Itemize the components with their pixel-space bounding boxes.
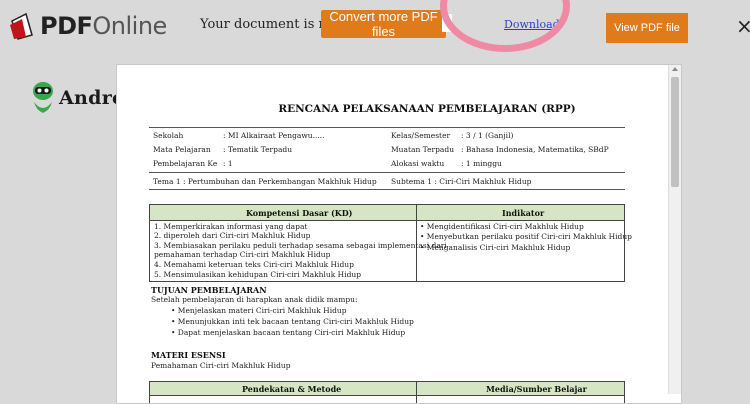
kd-column-header: Kompetensi Dasar (KD) <box>246 208 353 218</box>
indikator-column-header: Indikator <box>502 208 545 218</box>
vertical-scrollbar[interactable] <box>668 65 681 394</box>
indikator-item: • Mengidentifikasi Ciri-ciri Makhluk Hid… <box>420 222 584 231</box>
tujuan-heading: TUJUAN PEMBELAJARAN <box>151 285 267 295</box>
kd-item: 4. Memahami keteruan teks Ciri-ciri Makh… <box>154 260 354 269</box>
info-value: : 1 minggu <box>461 159 502 168</box>
close-icon[interactable]: × <box>736 14 750 38</box>
kd-item: 3. Membiasakan perilaku peduli terhadap … <box>154 241 447 250</box>
subtema-text: Subtema 1 : Ciri-Ciri Makhluk Hidup <box>391 177 532 186</box>
kd-item: 5. Mensimulasikan kehidupan Ciri-ciri Ma… <box>154 270 362 279</box>
kd-item: 1. Memperkirakan informasi yang dapat <box>154 222 308 231</box>
indikator-item: • Menganalisis Ciri-ciri Makhluk Hidup <box>420 243 571 252</box>
pdfonline-logo[interactable]: PDFOnline <box>8 8 167 44</box>
view-pdf-button[interactable]: View PDF file <box>606 13 688 43</box>
pendekatan-table: Pendekatan & Metode Media/Sumber Belajar <box>149 381 625 403</box>
divider <box>149 172 625 173</box>
info-label: Sekolah <box>153 131 184 140</box>
pdf-viewer[interactable]: RENCANA PELAKSANAAN PEMBELAJARAN (RPP) S… <box>116 64 682 404</box>
info-label: Mata Pelajaran <box>153 145 211 154</box>
tujuan-item: • Menunjukkan inti tek bacaan tentang Ci… <box>171 317 414 326</box>
android-robot-icon <box>30 80 56 116</box>
info-value: : Bahasa Indonesia, Matematika, SBdP <box>461 145 609 154</box>
tema-text: Tema 1 : Pertumbuhan dan Perkembangan Ma… <box>153 177 377 186</box>
materi-text: Pemahaman Ciri-ciri Makhluk Hidup <box>151 361 291 370</box>
logo-light: Online <box>92 12 167 40</box>
info-value: : MI Alkairaat Pengawu..... <box>223 131 325 140</box>
info-value: : Tematik Terpadu <box>223 145 293 154</box>
media-column-header: Media/Sumber Belajar <box>486 384 587 394</box>
tujuan-item: • Dapat menjelaskan bacaan tentang Ciri-… <box>171 328 406 337</box>
highlight-circle-annotation <box>440 0 570 52</box>
logo-bold: PDF <box>40 12 93 40</box>
info-label: Pembelajaran Ke <box>153 159 218 168</box>
scrollbar-thumb[interactable] <box>671 77 679 187</box>
info-value: : 1 <box>223 159 233 168</box>
column-divider <box>416 382 417 403</box>
kd-table: Kompetensi Dasar (KD) Indikator 1. Mempe… <box>149 204 632 282</box>
scroll-up-arrow-icon[interactable] <box>672 67 678 71</box>
logo-text: PDFOnline <box>40 12 167 40</box>
convert-more-button[interactable]: Convert more PDF files <box>321 9 446 39</box>
tujuan-intro: Setelah pembelajaran di harapkan anak di… <box>151 295 358 304</box>
kd-item: pemahaman terhadap Ciri-ciri Makhluk Hid… <box>154 250 331 259</box>
indikator-item: • Menyebutkan perilaku positif Ciri-ciri… <box>420 232 632 241</box>
document-title: RENCANA PELAKSANAAN PEMBELAJARAN (RPP) <box>278 103 576 115</box>
info-value: : 3 / 1 (Ganjil) <box>461 131 514 140</box>
divider <box>149 189 625 190</box>
materi-heading: MATERI ESENSI <box>151 350 226 360</box>
kd-table-header: Kompetensi Dasar (KD) Indikator <box>150 205 624 221</box>
info-label: Kelas/Semester <box>391 131 451 140</box>
pendekatan-column-header: Pendekatan & Metode <box>242 384 342 394</box>
top-bar: PDFOnline Your document is ready Convert… <box>0 0 750 52</box>
divider <box>149 127 625 128</box>
pdf-logo-icon <box>8 11 38 41</box>
tujuan-item: • Menjelaskan materi Ciri-ciri Makhluk H… <box>171 306 347 315</box>
info-label: Muatan Terpadu <box>391 145 455 154</box>
info-label: Alokasi waktu <box>391 159 445 168</box>
kd-item: 2. diperoleh dari Ciri-ciri Makhluk Hidu… <box>154 231 311 240</box>
